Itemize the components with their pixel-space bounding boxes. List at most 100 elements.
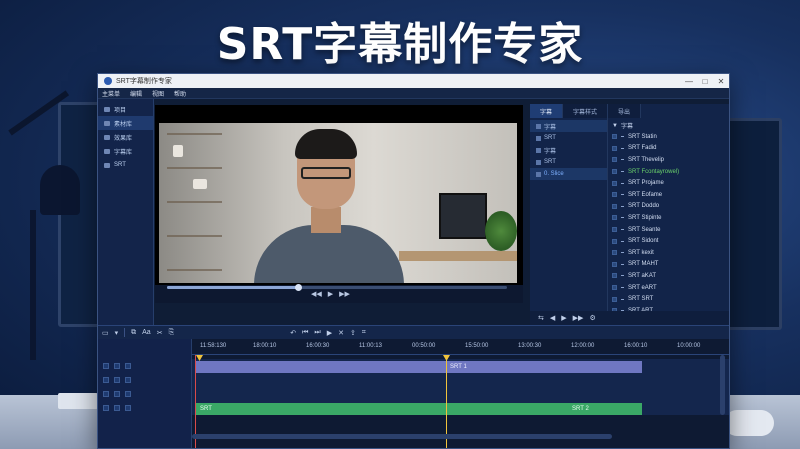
- step-icon[interactable]: ⏭: [314, 329, 320, 337]
- entry-checkbox[interactable]: [612, 227, 617, 233]
- eye-icon[interactable]: [114, 405, 120, 411]
- entry-checkbox[interactable]: [612, 157, 617, 163]
- lock-icon[interactable]: [103, 391, 109, 397]
- mute-icon[interactable]: [125, 405, 131, 411]
- copy-icon[interactable]: ⎘: [169, 329, 175, 337]
- sidebar-item-media[interactable]: 素材库: [98, 116, 153, 130]
- subtitle-category-item[interactable]: SRT: [530, 156, 607, 168]
- subtitle-entry-label: SRT SRT: [628, 296, 654, 303]
- menu-item-main[interactable]: 主菜单: [102, 89, 120, 98]
- entry-checkbox[interactable]: [612, 180, 617, 186]
- time-ruler[interactable]: 11:58:130 18:00:10 16:00:30 11:00:13 00:50:0…: [192, 339, 729, 355]
- audio-clip[interactable]: SRT: [196, 403, 568, 415]
- scrub-handle[interactable]: [295, 284, 302, 291]
- mute-icon[interactable]: [125, 363, 131, 369]
- crop-icon[interactable]: ⌗: [362, 329, 366, 337]
- horizontal-scrollbar[interactable]: [192, 434, 612, 439]
- dropdown-icon[interactable]: ▾: [115, 329, 119, 337]
- entry-checkbox[interactable]: [612, 296, 617, 302]
- timeline-track[interactable]: [192, 373, 729, 387]
- move-icon[interactable]: ⇆: [538, 314, 544, 322]
- mute-icon[interactable]: [125, 377, 131, 383]
- subtitle-clip[interactable]: SRT 1: [446, 361, 642, 373]
- lock-icon[interactable]: [103, 363, 109, 369]
- timeline-track[interactable]: SRT SRT 2: [192, 401, 729, 415]
- tree-header[interactable]: ▼ 字幕: [608, 120, 729, 131]
- timeline-track[interactable]: SRT 1: [192, 359, 729, 373]
- split-icon[interactable]: ⧉: [131, 329, 136, 337]
- subtitle-entry[interactable]: SRT Fcontayrowel): [608, 166, 729, 178]
- subtitle-entry[interactable]: SRT kexit: [608, 247, 729, 259]
- subtitle-entry[interactable]: SRT Projame: [608, 177, 729, 189]
- sidebar-item-srt[interactable]: SRT: [98, 158, 153, 172]
- entry-checkbox[interactable]: [612, 192, 617, 198]
- entry-checkbox[interactable]: [612, 169, 617, 175]
- entry-checkbox[interactable]: [612, 261, 617, 267]
- add-track-icon[interactable]: ▭: [102, 329, 109, 337]
- cut-icon[interactable]: ✂: [157, 329, 163, 337]
- scrub-bar[interactable]: [167, 284, 507, 291]
- entry-checkbox[interactable]: [612, 273, 617, 279]
- sidebar-item-project[interactable]: 项目: [98, 102, 153, 116]
- sidebar-item-effects[interactable]: 效果库: [98, 130, 153, 144]
- play-timeline-icon[interactable]: ▶: [327, 329, 332, 337]
- vertical-scrollbar[interactable]: [720, 355, 725, 415]
- eye-icon[interactable]: [114, 377, 120, 383]
- lock-icon[interactable]: [103, 405, 109, 411]
- subtitle-entry[interactable]: SRT Doddo: [608, 201, 729, 213]
- settings-icon[interactable]: ⚙: [589, 314, 595, 322]
- subtitle-entry[interactable]: SRT MAHT: [608, 259, 729, 271]
- menu-item-view[interactable]: 视图: [152, 89, 164, 98]
- entry-checkbox[interactable]: [612, 238, 617, 244]
- sidebar-item-subtitles[interactable]: 字幕库: [98, 144, 153, 158]
- menu-item-edit[interactable]: 编辑: [130, 89, 142, 98]
- subtitle-category-label: 字幕: [544, 148, 557, 155]
- audio-clip[interactable]: SRT 2: [568, 403, 642, 415]
- entry-checkbox[interactable]: [612, 285, 617, 291]
- mark-in-icon[interactable]: ⏮: [302, 329, 308, 337]
- mute-icon[interactable]: [125, 391, 131, 397]
- rewind-button[interactable]: ◀◀: [311, 290, 322, 298]
- forward-button[interactable]: ▶▶: [339, 290, 350, 298]
- maximize-button[interactable]: □: [697, 77, 713, 86]
- entry-checkbox[interactable]: [612, 134, 617, 140]
- entry-checkbox[interactable]: [612, 203, 617, 209]
- subtitle-category-item[interactable]: 0. Slice: [530, 168, 607, 180]
- eye-icon[interactable]: [114, 363, 120, 369]
- subtitle-entry[interactable]: SRT Thevelip: [608, 154, 729, 166]
- timeline-track[interactable]: [192, 387, 729, 401]
- subtitle-entry[interactable]: SRT Stipinte: [608, 212, 729, 224]
- subtitle-entry[interactable]: SRT aKAT: [608, 270, 729, 282]
- upload-icon[interactable]: ⇪: [350, 329, 356, 337]
- subtitle-entry[interactable]: SRT Sidont: [608, 235, 729, 247]
- minimize-button[interactable]: —: [681, 77, 697, 86]
- close-button[interactable]: ✕: [713, 77, 729, 86]
- subtitle-entry[interactable]: SRT Seante: [608, 224, 729, 236]
- video-preview[interactable]: ◀◀ ▶ ▶▶: [155, 105, 523, 303]
- tab-subtitles[interactable]: 字幕: [530, 104, 564, 118]
- eye-icon[interactable]: [114, 391, 120, 397]
- entry-checkbox[interactable]: [612, 145, 617, 151]
- snap-icon[interactable]: ✕: [338, 329, 344, 337]
- undo-icon[interactable]: ↶: [290, 329, 296, 337]
- subtitle-clip[interactable]: [196, 361, 446, 373]
- play-button[interactable]: ▶: [328, 290, 333, 298]
- entry-checkbox[interactable]: [612, 250, 617, 256]
- entry-checkbox[interactable]: [612, 215, 617, 221]
- tab-styles[interactable]: 字幕样式: [563, 104, 609, 118]
- subtitle-entry[interactable]: SRT SRT: [608, 293, 729, 305]
- subtitle-category-item[interactable]: SRT: [530, 132, 607, 144]
- subtitle-entry[interactable]: SRT Fadid: [608, 143, 729, 155]
- menu-item-help[interactable]: 帮助: [174, 89, 186, 98]
- rewind-icon[interactable]: ◀: [550, 314, 555, 322]
- subtitle-entry[interactable]: SRT Statin: [608, 131, 729, 143]
- play-icon[interactable]: ▶: [561, 314, 566, 322]
- subtitle-entry[interactable]: SRT Eofame: [608, 189, 729, 201]
- lock-icon[interactable]: [103, 377, 109, 383]
- text-icon[interactable]: Aa: [142, 329, 151, 336]
- subtitle-category-item[interactable]: 字幕: [530, 120, 607, 132]
- subtitle-entry[interactable]: SRT eART: [608, 282, 729, 294]
- tab-export[interactable]: 导出: [608, 104, 642, 118]
- subtitle-category-item[interactable]: 字幕: [530, 144, 607, 156]
- forward-icon[interactable]: ▶▶: [573, 314, 584, 322]
